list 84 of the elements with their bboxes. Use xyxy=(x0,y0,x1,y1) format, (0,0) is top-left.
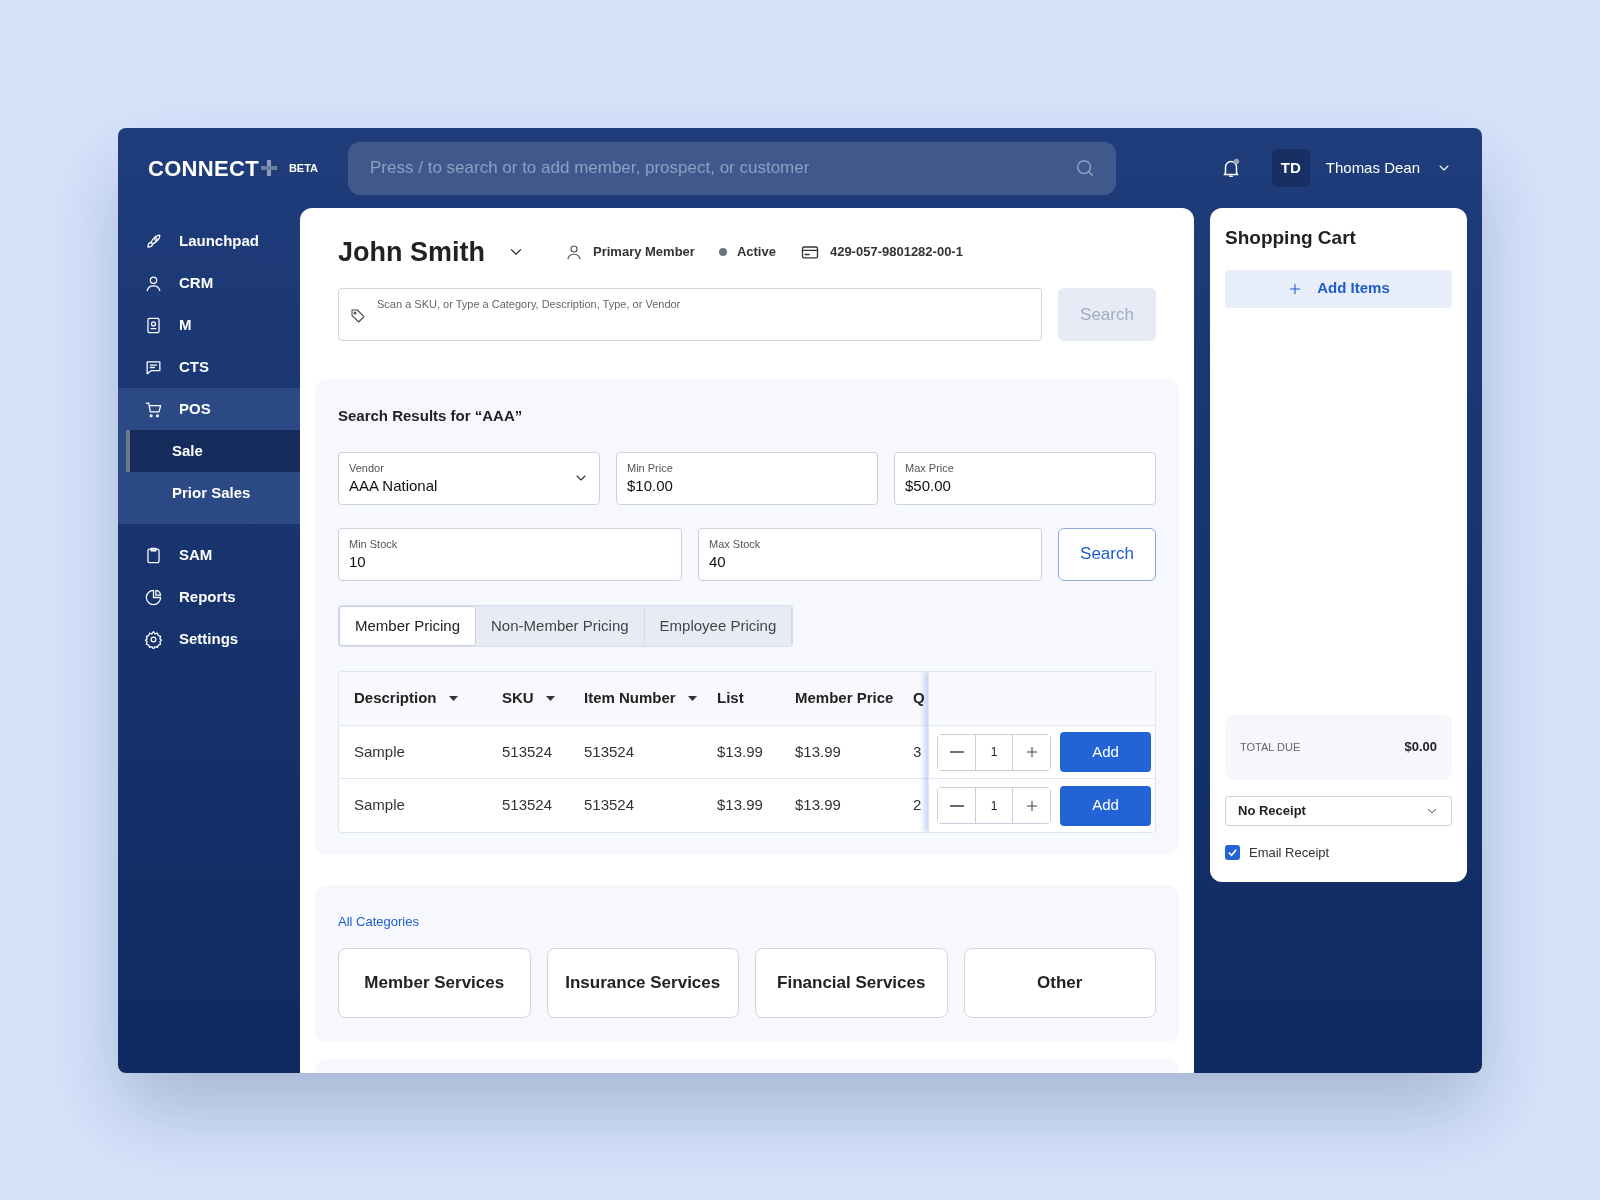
column-header[interactable]: SKU xyxy=(502,687,534,710)
table-cell: Sample xyxy=(354,742,405,760)
receipt-select[interactable]: No Receipt xyxy=(1225,795,1452,826)
sidebar-item[interactable]: Launchpad xyxy=(118,220,300,262)
sidebar-item[interactable]: M xyxy=(118,304,300,346)
table-cell: 2 xyxy=(913,796,922,814)
check-icon xyxy=(1227,846,1238,858)
pie-chart-icon xyxy=(144,587,163,607)
sidebar-item[interactable]: CRM xyxy=(118,262,300,304)
minus-icon xyxy=(949,751,964,753)
settings-icon xyxy=(144,629,163,649)
sidebar-label: Reports xyxy=(179,586,236,607)
pricing-tab[interactable]: Employee Pricing xyxy=(644,605,793,646)
email-receipt-label: Email Receipt xyxy=(1249,843,1330,862)
category-button[interactable]: Other xyxy=(963,948,1156,1018)
total-due-label: TOTAL DUE xyxy=(1240,739,1301,755)
total-due-amount: $0.00 xyxy=(1404,738,1437,757)
vendor-select[interactable]: Vendor AAA National xyxy=(338,451,600,505)
pricing-tab[interactable]: Non-Member Pricing xyxy=(476,605,645,646)
beta-label: BETA xyxy=(288,160,319,176)
add-button[interactable]: Add xyxy=(1060,732,1151,772)
table-cell: $13.99 xyxy=(795,796,841,814)
sidebar-label: Launchpad xyxy=(179,230,259,251)
sidebar-label: CRM xyxy=(179,272,214,293)
sidebar-subitem[interactable]: Prior Sales xyxy=(126,472,300,514)
filter-field[interactable]: Min Price $10.00 xyxy=(616,451,878,505)
sort-caret-icon xyxy=(448,696,458,701)
table-cell: 513524 xyxy=(584,796,635,814)
sidebar-label: SAM xyxy=(179,544,213,565)
filter-field[interactable]: Max Price $50.00 xyxy=(894,451,1156,505)
search-button[interactable]: Search xyxy=(1058,527,1156,581)
column-header[interactable]: Description xyxy=(354,687,437,710)
sort-caret-icon xyxy=(545,696,555,701)
filter-field[interactable]: Min Stock 10 xyxy=(338,527,682,581)
sku-search-field[interactable]: Scan a SKU, or Type a Category, Description, Type, or Vendor xyxy=(338,288,1042,341)
add-items-button[interactable]: Add Items xyxy=(1225,269,1452,308)
sidebar-item[interactable]: POS xyxy=(118,388,300,430)
table-cell: $13.99 xyxy=(795,742,841,760)
user-name[interactable]: Thomas Dean xyxy=(1325,156,1420,180)
column-header: List xyxy=(717,688,744,709)
filter-field[interactable]: Max Stock 40 xyxy=(698,527,1042,581)
add-button[interactable]: Add xyxy=(1060,785,1151,826)
table-cell: 513524 xyxy=(502,796,553,814)
column-header[interactable]: Item Number xyxy=(584,687,676,710)
badge-icon xyxy=(144,315,163,335)
member-role: Primary Member xyxy=(593,243,695,262)
category-button[interactable]: Insurance Services xyxy=(546,948,739,1018)
user-avatar: TD xyxy=(1271,149,1310,187)
email-receipt-checkbox[interactable] xyxy=(1225,844,1240,860)
category-button[interactable]: Financial Services xyxy=(755,948,948,1018)
sort-caret-icon xyxy=(687,696,697,701)
clipboard-icon xyxy=(144,545,163,565)
results-title: Search Results for “AAA” xyxy=(338,406,524,426)
column-header: Member Price xyxy=(795,688,894,709)
sidebar-item[interactable]: Settings xyxy=(118,618,300,660)
tag-icon xyxy=(350,308,366,324)
status-dot xyxy=(718,248,727,256)
cart-title: Shopping Cart xyxy=(1225,226,1357,250)
sidebar-label: POS xyxy=(179,398,211,419)
table-cell: 513524 xyxy=(584,742,635,760)
global-search-field[interactable]: Press / to search or to add member, prospect, or customer xyxy=(348,141,1117,195)
column-header: Q xyxy=(913,688,925,709)
person-icon xyxy=(565,243,583,261)
minus-icon xyxy=(949,804,964,807)
account-number: 429-057-9801282-00-1 xyxy=(829,243,963,262)
member-status: Active xyxy=(736,243,776,262)
table-cell: 513524 xyxy=(502,742,553,760)
sidebar-item[interactable]: Reports xyxy=(118,576,300,618)
table-cell: $13.99 xyxy=(717,742,763,760)
logo: CONNECT xyxy=(148,154,259,183)
pricing-tab[interactable]: Member Pricing xyxy=(339,605,477,646)
sidebar-label: M xyxy=(179,314,192,335)
table-cell: 3 xyxy=(913,742,922,760)
table-cell: $13.99 xyxy=(717,796,763,814)
sidebar-item[interactable]: CTS xyxy=(118,346,300,388)
table-cell: Sample xyxy=(354,796,405,814)
plus-logo-icon xyxy=(260,160,277,176)
category-button[interactable]: Member Services xyxy=(338,948,531,1018)
sidebar-subitem[interactable]: Sale xyxy=(126,430,300,472)
sidebar-label: Settings xyxy=(179,628,239,649)
all-categories-link[interactable]: All Categories xyxy=(338,914,419,929)
sidebar-item[interactable]: SAM xyxy=(118,534,300,576)
member-name: John Smith xyxy=(338,235,485,269)
sidebar-label: CTS xyxy=(179,356,209,377)
